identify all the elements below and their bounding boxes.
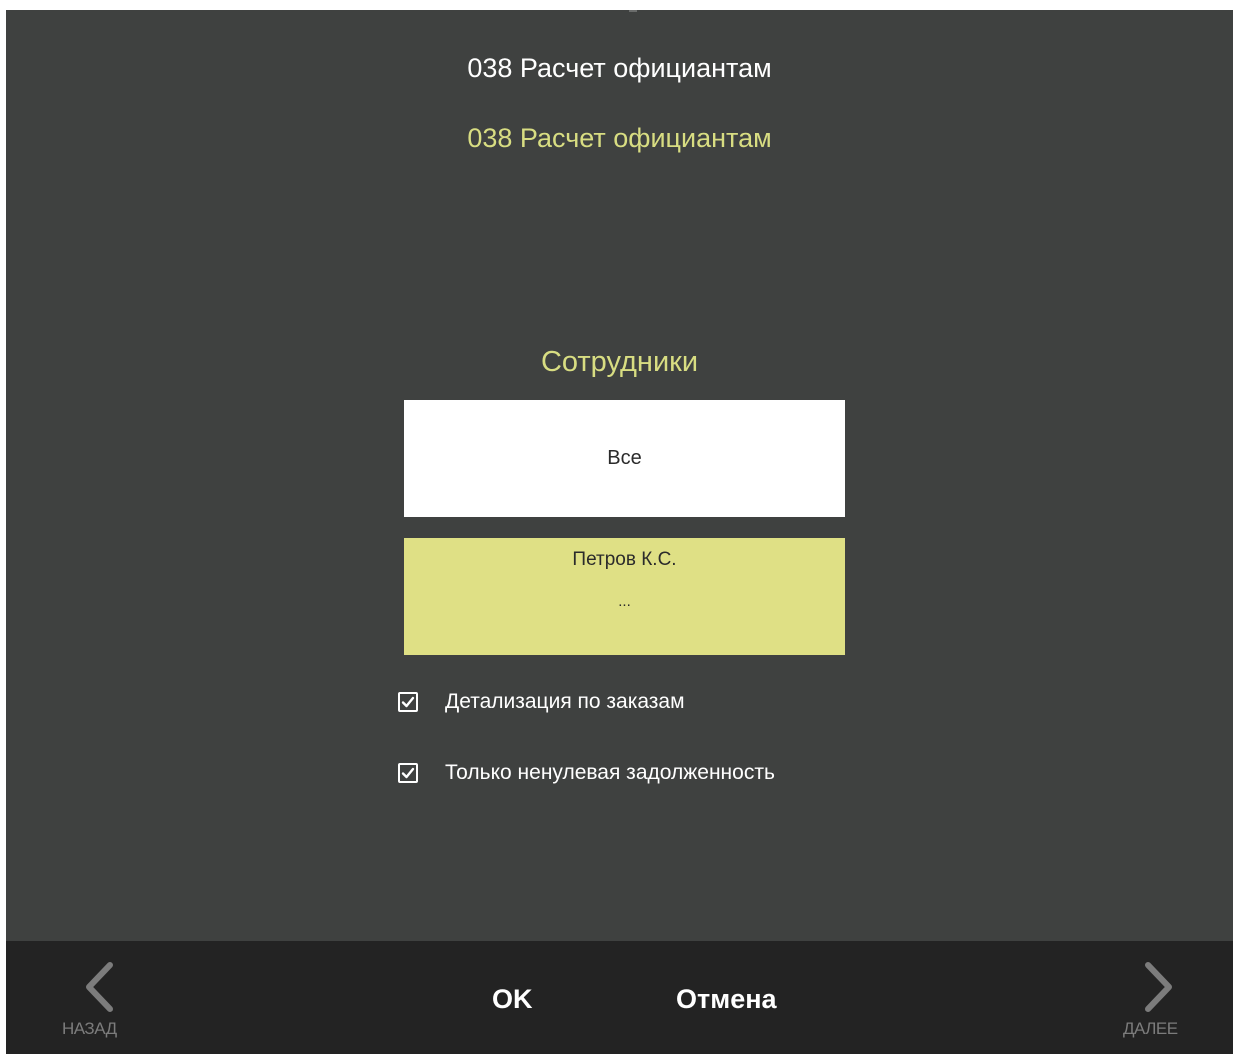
- employees-section-label: Сотрудники: [540, 346, 699, 378]
- footer-bar: НАЗАД OK Отмена ДАЛЕЕ: [6, 941, 1233, 1054]
- top-divider-mark: [629, 10, 637, 12]
- back-label: НАЗАД: [62, 1019, 117, 1038]
- chevron-right-icon: [1145, 962, 1172, 1012]
- employees-selected-option[interactable]: Петров К.С. ...: [404, 538, 845, 655]
- checkmark-icon: [401, 767, 415, 779]
- selected-employee-name: Петров К.С.: [572, 549, 677, 570]
- checkmark-icon: [401, 696, 415, 708]
- back-button[interactable]: НАЗАД: [62, 953, 142, 1043]
- report-parameters-dialog: 038 Расчет официантам 038 Расчет официан…: [6, 10, 1233, 1054]
- ok-button[interactable]: OK: [492, 981, 533, 1017]
- employees-all-option[interactable]: Все: [404, 400, 845, 517]
- chevron-left-icon: [86, 962, 113, 1012]
- employees-all-label: Все: [607, 447, 642, 469]
- detail-by-orders-label: Детализация по заказам: [445, 690, 685, 713]
- nonzero-debt-option[interactable]: Только ненулевая задолженность: [398, 761, 775, 785]
- report-name: 038 Расчет официантам: [467, 123, 772, 153]
- next-button[interactable]: ДАЛЕЕ: [1118, 953, 1198, 1043]
- dialog-title: 038 Расчет официантам: [467, 53, 772, 83]
- detail-by-orders-checkbox[interactable]: [398, 692, 418, 712]
- selected-employee-more: ...: [618, 593, 631, 610]
- next-label: ДАЛЕЕ: [1123, 1019, 1178, 1038]
- cancel-button[interactable]: Отмена: [676, 981, 777, 1017]
- nonzero-debt-checkbox[interactable]: [398, 763, 418, 783]
- detail-by-orders-option[interactable]: Детализация по заказам: [398, 690, 685, 714]
- nonzero-debt-label: Только ненулевая задолженность: [445, 761, 775, 784]
